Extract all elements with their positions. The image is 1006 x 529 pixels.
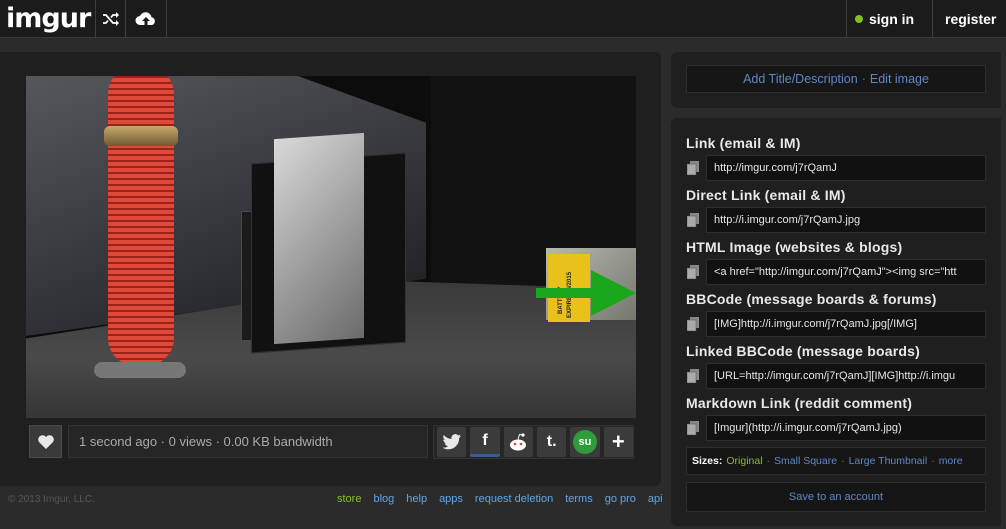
footer-link-request-deletion[interactable]: request deletion: [475, 493, 553, 505]
reddit-icon: [510, 433, 527, 451]
copy-icon[interactable]: [687, 421, 699, 435]
footer-link-go-pro[interactable]: go pro: [605, 493, 636, 505]
size-more-link[interactable]: more: [939, 455, 963, 467]
upload-icon: [135, 12, 155, 26]
direct-link-label: Direct Link (email & IM): [686, 187, 846, 203]
save-to-account-button[interactable]: Save to an account: [686, 482, 986, 512]
tumblr-icon: t.: [546, 433, 557, 450]
random-image-button[interactable]: [95, 0, 125, 38]
copy-icon[interactable]: [687, 161, 699, 175]
direct-link-field[interactable]: http://i.imgur.com/j7rQamJ.jpg: [706, 207, 986, 233]
linked-bbcode-field[interactable]: [URL=http://imgur.com/j7rQamJ][IMG]http:…: [706, 363, 986, 389]
photo-red-hose: [108, 76, 174, 366]
photo-hose-base: [94, 362, 186, 378]
size-small-square-link[interactable]: Small Square: [774, 455, 837, 467]
title-panel: Add Title/Description · Edit image: [671, 52, 1001, 108]
footer-link-apps[interactable]: apps: [439, 493, 463, 505]
status-dot-icon: [855, 15, 863, 23]
copy-icon[interactable]: [687, 213, 699, 227]
footer-link-api[interactable]: api: [648, 493, 663, 505]
twitter-share-button[interactable]: [437, 427, 467, 457]
link-label: Link (email & IM): [686, 135, 801, 151]
image-stats: 1 second ago · 0 views · 0.00 KB bandwid…: [68, 425, 428, 458]
separator-dot: ·: [861, 72, 866, 86]
link-field[interactable]: http://imgur.com/j7rQamJ: [706, 155, 986, 181]
html-image-label: HTML Image (websites & blogs): [686, 239, 903, 255]
stumbleupon-icon: su: [572, 430, 597, 454]
footer-link-help[interactable]: help: [406, 493, 427, 505]
top-navigation-bar: imgur sign in register: [0, 0, 1006, 38]
footer-link-terms[interactable]: terms: [565, 493, 593, 505]
register-button[interactable]: register: [932, 0, 1006, 38]
sign-in-label: sign in: [869, 11, 915, 27]
add-title-description-link[interactable]: Add Title/Description: [743, 72, 858, 86]
facebook-icon: f: [482, 431, 488, 449]
bbcode-label: BBCode (message boards & forums): [686, 291, 937, 307]
title-edit-bar: Add Title/Description · Edit image: [686, 65, 986, 93]
sizes-label: Sizes:: [692, 455, 723, 467]
separator-dot: ·: [841, 455, 845, 467]
facebook-share-button[interactable]: f: [470, 427, 500, 457]
image-sizes-row: Sizes: Original · Small Square · Large T…: [686, 447, 986, 475]
annotation-arrow-icon: [536, 270, 636, 316]
copy-icon[interactable]: [687, 317, 699, 331]
shuffle-icon: [102, 12, 119, 26]
imgur-logo[interactable]: imgur: [6, 3, 91, 34]
markdown-link-label: Markdown Link (reddit comment): [686, 395, 913, 411]
stumbleupon-share-button[interactable]: su: [570, 427, 600, 457]
footer-links: store blog help apps request deletion te…: [337, 493, 663, 505]
size-large-thumbnail-link[interactable]: Large Thumbnail: [849, 455, 928, 467]
separator-dot: ·: [766, 455, 771, 467]
tumblr-share-button[interactable]: t.: [536, 427, 567, 457]
favorite-button[interactable]: [29, 425, 62, 458]
share-buttons: f t. su +: [433, 425, 634, 459]
separator-dot: ·: [931, 455, 935, 467]
upload-button[interactable]: [125, 0, 167, 38]
copy-icon[interactable]: [687, 265, 699, 279]
plus-icon: +: [611, 429, 625, 454]
markdown-link-field[interactable]: [Imgur](http://i.imgur.com/j7rQamJ.jpg): [706, 415, 986, 441]
photo-metal-box: [274, 132, 364, 345]
bbcode-field[interactable]: [IMG]http://i.imgur.com/j7rQamJ.jpg[/IMG…: [706, 311, 986, 337]
photo-hose-clamp: [104, 126, 178, 146]
sign-in-button[interactable]: sign in: [846, 0, 932, 38]
edit-image-link[interactable]: Edit image: [870, 72, 929, 86]
share-links-panel: Link (email & IM) http://imgur.com/j7rQa…: [671, 118, 1001, 526]
copy-icon[interactable]: [687, 369, 699, 383]
size-original-link[interactable]: Original: [726, 455, 762, 467]
heart-icon: [37, 434, 54, 449]
html-image-field[interactable]: <a href="http://imgur.com/j7rQamJ"><img …: [706, 259, 986, 285]
twitter-icon: [442, 434, 461, 450]
reddit-share-button[interactable]: [503, 427, 533, 457]
footer-link-store[interactable]: store: [337, 493, 361, 505]
footer-link-blog[interactable]: blog: [373, 493, 394, 505]
more-share-button[interactable]: +: [603, 427, 633, 457]
uploaded-photo[interactable]: BATTERY EXPIRES 4/2015: [26, 76, 636, 418]
copyright-text: © 2013 Imgur, LLC.: [8, 494, 95, 505]
linked-bbcode-label: Linked BBCode (message boards): [686, 343, 920, 359]
